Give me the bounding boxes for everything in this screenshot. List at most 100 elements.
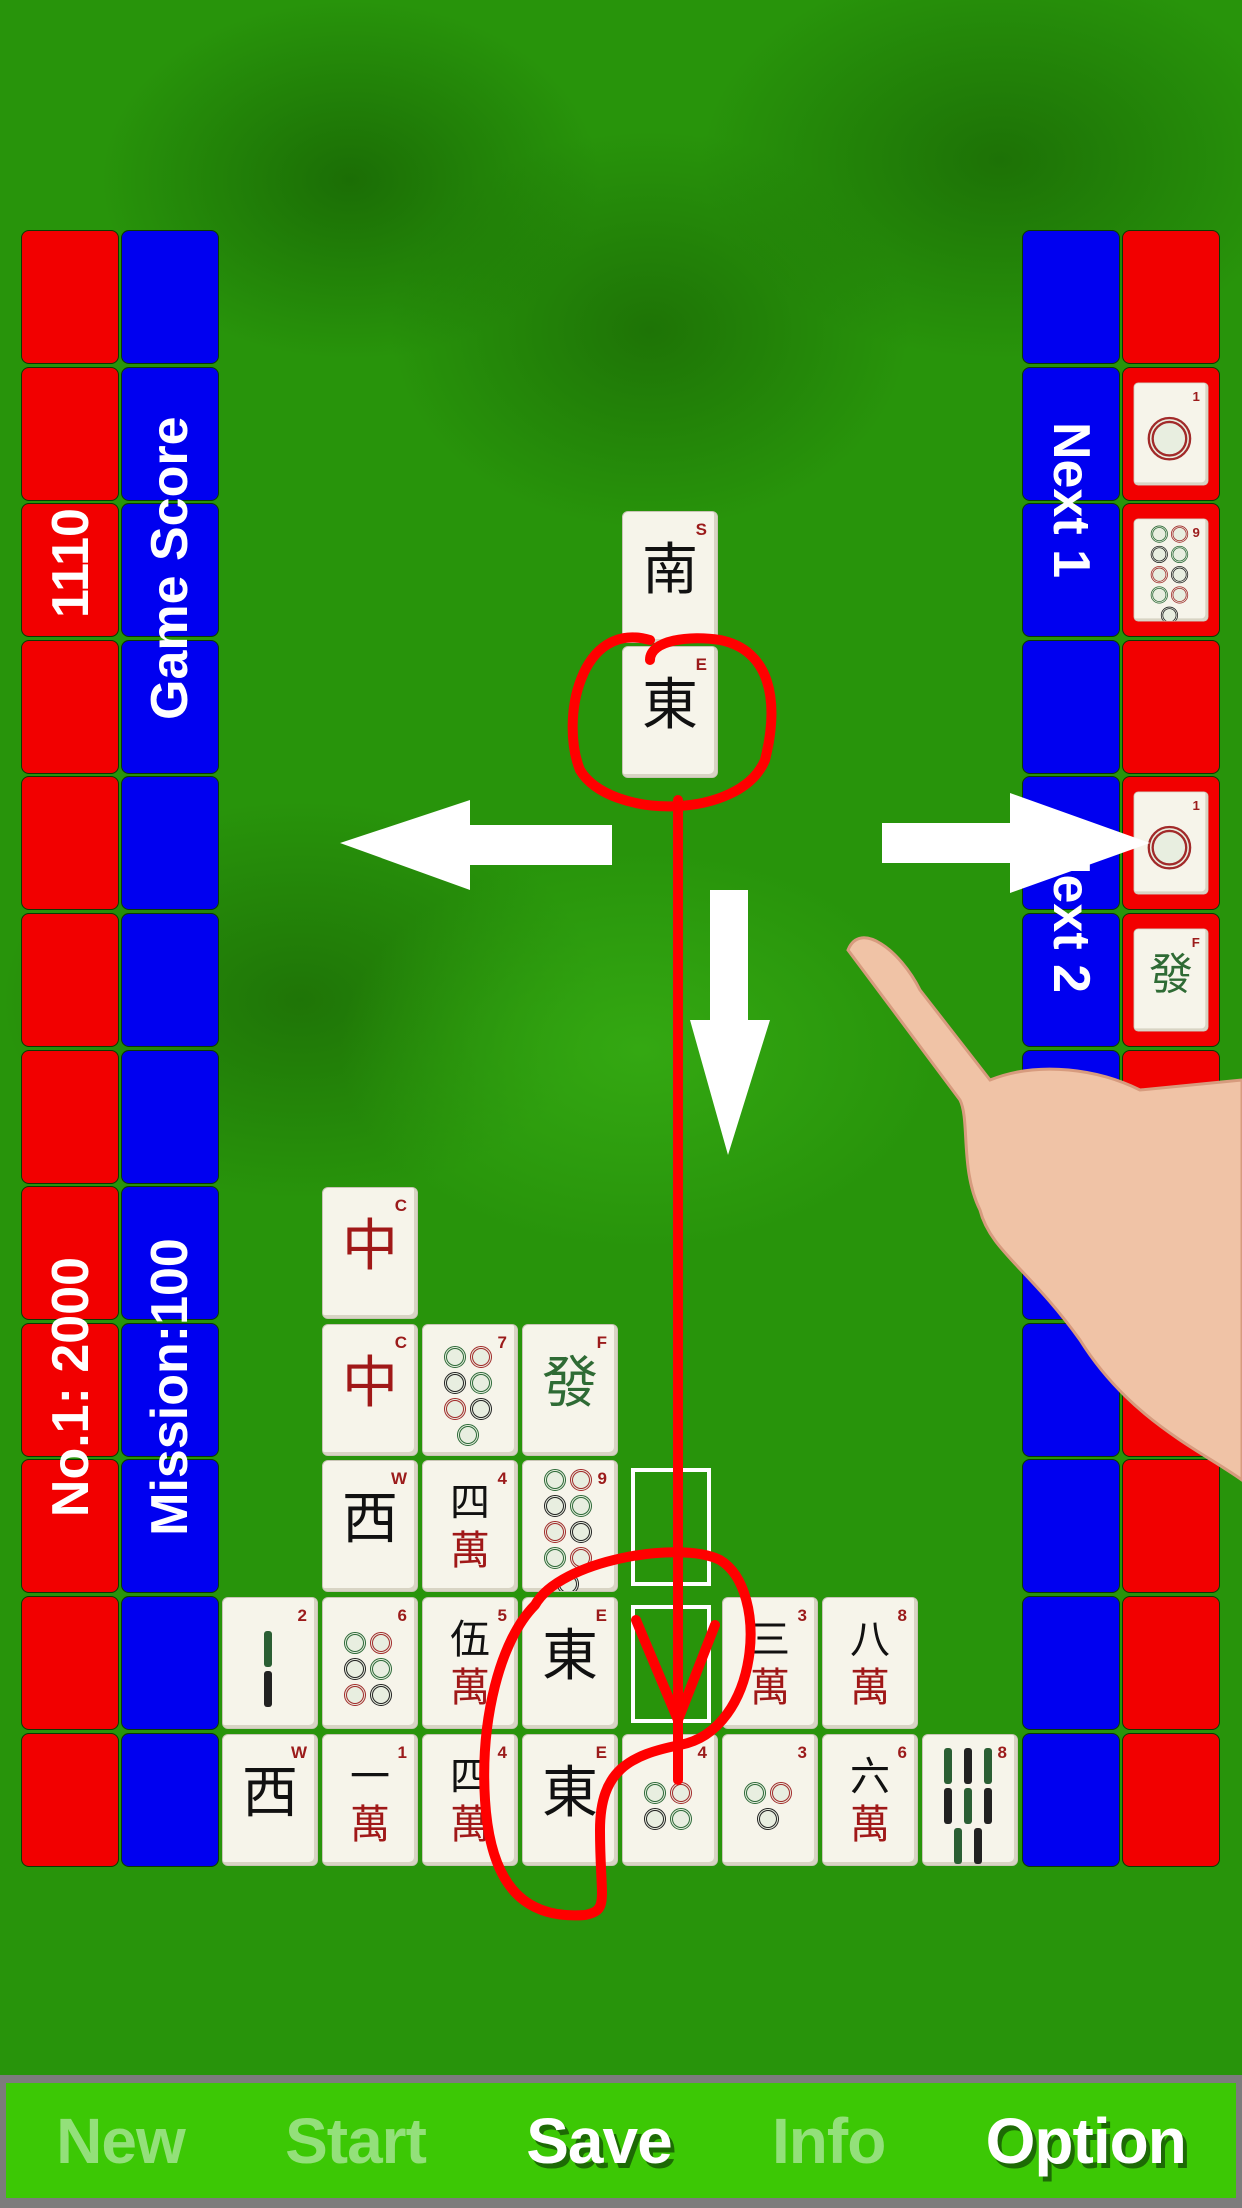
mahjong-tile[interactable]: 3 — [722, 1733, 818, 1866]
tile-index: 4 — [697, 1742, 707, 1762]
tile-index: E — [595, 1742, 607, 1762]
mahjong-tile[interactable]: 發F — [1133, 928, 1209, 1032]
blue-panel-cell — [1022, 639, 1120, 774]
mahjong-tile[interactable]: 8 — [922, 1733, 1018, 1866]
tile-index: 5 — [497, 1606, 507, 1625]
tile-index: 9 — [597, 1469, 607, 1489]
mahjong-tile[interactable]: 東E — [522, 1733, 618, 1866]
mahjong-tile[interactable]: 2 — [222, 1597, 318, 1729]
blue-panel-cell — [1022, 1049, 1120, 1184]
circle-suit-icon — [1142, 813, 1197, 883]
mahjong-tile[interactable]: 南S — [622, 511, 718, 643]
mahjong-tile[interactable]: 4 — [622, 1733, 718, 1866]
red-panel-cell — [21, 1049, 119, 1184]
tile-glyph: 東 — [542, 1760, 598, 1826]
mahjong-tile[interactable]: 四萬 4 — [422, 1460, 518, 1593]
tile-wan-glyph: 萬 — [850, 1801, 890, 1848]
mahjong-tile[interactable]: 6 — [322, 1597, 418, 1729]
mahjong-tile[interactable]: 六萬 6 — [822, 1733, 918, 1866]
tile-index: 1 — [1192, 389, 1200, 404]
red-panel-cell — [1122, 1732, 1220, 1867]
tile-index: 9 — [1192, 525, 1200, 541]
mahjong-tile[interactable]: 八萬 8 — [822, 1597, 918, 1729]
red-panel-cell — [1122, 1186, 1220, 1321]
blue-panel-cell — [121, 1596, 219, 1730]
mahjong-tile[interactable]: 東E — [522, 1597, 618, 1729]
blue-panel-cell — [1022, 230, 1120, 364]
drop-target-outline — [631, 1468, 711, 1587]
tile-glyph: 中 — [342, 1214, 398, 1280]
mahjong-tile[interactable]: 1 — [1133, 382, 1209, 486]
mahjong-tile[interactable]: 西W — [222, 1733, 318, 1866]
mission-label: Mission:100 — [141, 1238, 199, 1536]
circle-suit-icon — [533, 1469, 603, 1592]
tile-index: 7 — [497, 1332, 507, 1352]
mahjong-tile[interactable]: 中C — [322, 1187, 418, 1320]
blue-panel-cell — [121, 230, 219, 364]
red-panel-cell — [1122, 1459, 1220, 1594]
mahjong-tile[interactable]: 9 — [1133, 518, 1209, 622]
save-button[interactable]: Save — [526, 2104, 672, 2178]
tile-glyph: 西 — [342, 1487, 398, 1553]
red-panel-cell — [21, 230, 119, 364]
tile-glyph: 發 — [542, 1350, 598, 1416]
tile-index: E — [595, 1606, 607, 1625]
blue-panel-cell — [1022, 1459, 1120, 1594]
mahjong-tile[interactable]: 發F — [522, 1323, 618, 1456]
score-label: Game Score — [141, 416, 199, 721]
tile-number-glyph: 三 — [750, 1617, 790, 1663]
blue-panel-cell — [1022, 1732, 1120, 1867]
tile-index: C — [394, 1196, 407, 1216]
mahjong-tile[interactable]: 1 — [1133, 791, 1209, 895]
mahjong-tile[interactable]: 7 — [422, 1323, 518, 1456]
tile-wan-glyph: 萬 — [450, 1665, 490, 1711]
tile-glyph: 南 — [642, 538, 698, 603]
mahjong-tile[interactable]: 伍萬 5 — [422, 1597, 518, 1729]
tile-number-glyph: 八 — [850, 1617, 890, 1663]
mahjong-tile[interactable]: 西W — [322, 1460, 418, 1593]
tile-index: 8 — [897, 1606, 907, 1625]
tile-number-glyph: 四 — [450, 1480, 490, 1527]
circle-suit-icon — [1142, 525, 1197, 621]
tile-wan-glyph: 萬 — [450, 1528, 490, 1575]
blue-panel-cell — [121, 776, 219, 911]
tile-number-glyph: 一 — [350, 1753, 390, 1800]
mahjong-tile[interactable]: 一萬 1 — [322, 1733, 418, 1866]
blue-panel-cell — [1022, 1596, 1120, 1730]
tile-index: 3 — [797, 1742, 807, 1762]
tile-number-glyph: 四 — [450, 1753, 490, 1800]
new-button[interactable]: New — [56, 2104, 186, 2178]
info-button[interactable]: Info — [772, 2104, 886, 2178]
red-panel-cell — [1122, 1322, 1220, 1457]
tile-glyph: 中 — [342, 1350, 398, 1416]
tile-index: F — [596, 1332, 607, 1352]
mahjong-tile[interactable]: 9 — [522, 1460, 618, 1593]
tile-number-glyph: 六 — [850, 1753, 890, 1800]
start-button[interactable]: Start — [285, 2104, 427, 2178]
next1-label: Next 1 — [1042, 421, 1100, 579]
tile-index: E — [695, 655, 707, 674]
blue-panel-cell — [1022, 1322, 1120, 1457]
tile-index: S — [695, 520, 707, 539]
tile-wan-glyph: 萬 — [350, 1801, 390, 1848]
blue-panel-cell — [121, 1732, 219, 1867]
tile-wan-glyph: 萬 — [450, 1801, 490, 1848]
tile-index: F — [1191, 935, 1200, 951]
blue-panel-cell — [1022, 1186, 1120, 1321]
mahjong-tile[interactable]: 中C — [322, 1323, 418, 1456]
bamboo-suit-icon — [933, 1747, 1003, 1864]
tile-index: 4 — [497, 1742, 507, 1762]
tile-number-glyph: 伍 — [450, 1617, 490, 1663]
mahjong-tile[interactable]: 四萬 4 — [422, 1733, 518, 1866]
mahjong-tile[interactable]: 東E — [622, 646, 718, 778]
tile-index: 6 — [397, 1606, 407, 1625]
blue-panel-cell — [121, 913, 219, 1047]
red-panel-cell — [21, 913, 119, 1047]
mahjong-tile[interactable]: 三萬 3 — [722, 1597, 818, 1729]
tile-index: 2 — [297, 1606, 307, 1625]
score-value: 1110 — [42, 508, 100, 618]
tile-index: 4 — [497, 1469, 507, 1489]
next2-label: Next 2 — [1042, 836, 1100, 994]
option-button[interactable]: Option — [986, 2104, 1187, 2178]
red-panel-cell — [21, 1732, 119, 1867]
